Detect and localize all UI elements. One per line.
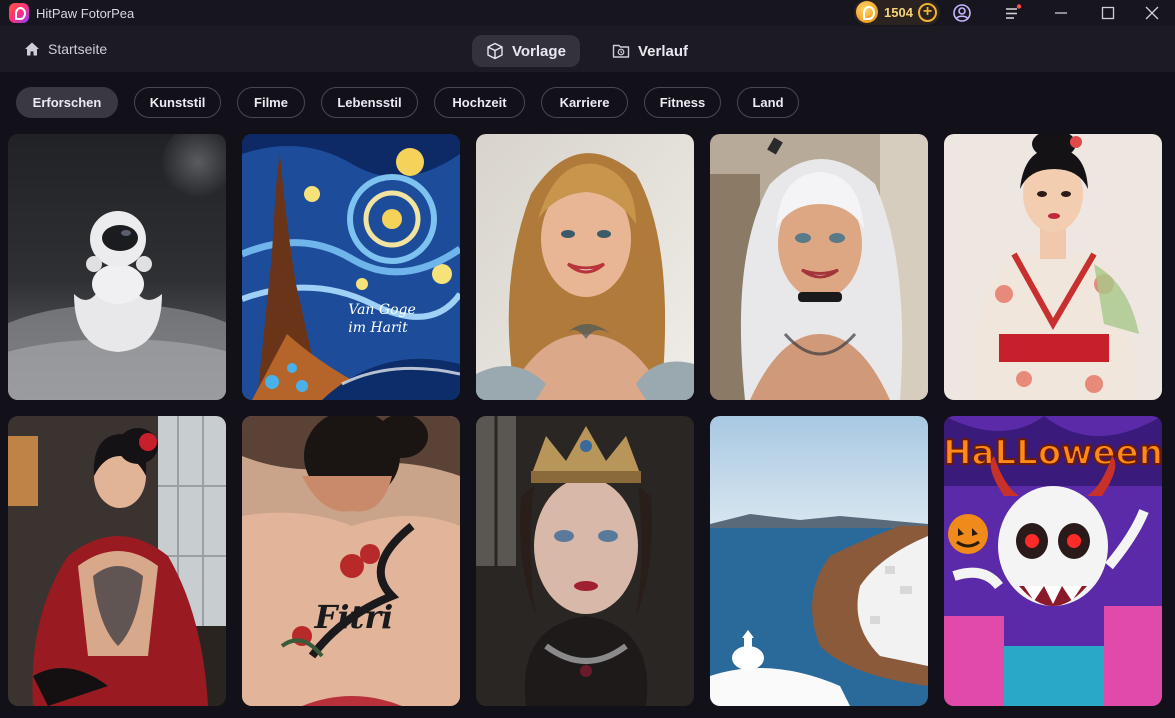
title-bar: HitPaw FotorPea 1504 + (0, 0, 1175, 26)
maximize-button[interactable] (1085, 0, 1131, 26)
chip-hochzeit[interactable]: Hochzeit (434, 87, 525, 118)
template-card-kimono-woman[interactable] (944, 134, 1162, 400)
minimize-icon (1055, 12, 1067, 14)
category-filter-bar: Erforschen Kunststil Filme Lebensstil Ho… (0, 72, 1175, 132)
home-icon (25, 42, 39, 56)
chip-erforschen[interactable]: Erforschen (16, 87, 118, 118)
minimize-button[interactable] (1038, 0, 1084, 26)
tab-vorlage[interactable]: Vorlage (472, 35, 580, 67)
maximize-icon (1101, 6, 1115, 20)
template-card-kimono-back[interactable] (8, 416, 226, 706)
chip-land[interactable]: Land (737, 87, 799, 118)
chip-fitness[interactable]: Fitness (644, 87, 721, 118)
credits-pill[interactable]: 1504 + (854, 0, 940, 25)
template-card-back-tattoo[interactable]: Fitri (242, 416, 460, 706)
close-button[interactable] (1129, 0, 1175, 26)
cube-icon (487, 42, 503, 60)
astronaut-egg-image (8, 134, 226, 400)
back-tattoo-caption: Fitri (314, 598, 394, 636)
template-card-queen[interactable] (476, 416, 694, 706)
santorini-coast-image (710, 416, 928, 706)
user-account-icon[interactable] (952, 3, 972, 23)
starry-night-image: Van Goge im Harit (242, 134, 460, 400)
template-card-santorini[interactable] (710, 416, 928, 706)
close-icon (1145, 6, 1159, 20)
starry-night-caption-line2: im Harit (348, 320, 408, 336)
tab-verlauf[interactable]: Verlauf (598, 35, 702, 67)
credits-count: 1504 (884, 5, 913, 20)
add-credits-button[interactable]: + (918, 3, 937, 22)
template-card-starry-night[interactable]: Van Goge im Harit (242, 134, 460, 400)
template-card-astronaut[interactable] (8, 134, 226, 400)
back-tattoo-image: Fitri (242, 416, 460, 706)
blonde-woman-image (476, 134, 694, 400)
chip-kunststil[interactable]: Kunststil (134, 87, 221, 118)
app-logo-icon (9, 3, 29, 23)
template-grid: Van Goge im Harit Fitri HaLLoween (0, 132, 1175, 718)
menu-icon[interactable] (1003, 3, 1023, 23)
chip-lebensstil[interactable]: Lebensstil (321, 87, 418, 118)
kimono-back-image (8, 416, 226, 706)
template-card-white-hair-woman[interactable] (710, 134, 928, 400)
chip-filme[interactable]: Filme (237, 87, 305, 118)
kimono-woman-image (944, 134, 1162, 400)
template-card-halloween[interactable]: HaLLoween (944, 416, 1162, 706)
template-card-blonde-woman[interactable] (476, 134, 694, 400)
history-folder-icon (612, 44, 630, 58)
top-navigation: Startseite Vorlage Verlauf (0, 26, 1175, 72)
app-title: HitPaw FotorPea (36, 6, 135, 21)
queen-crown-image (476, 416, 694, 706)
home-link[interactable]: Startseite (24, 41, 107, 57)
halloween-skull-image: HaLLoween (944, 416, 1162, 706)
starry-night-caption-line1: Van Goge (348, 302, 416, 318)
tab-vorlage-label: Vorlage (512, 42, 566, 60)
chip-karriere[interactable]: Karriere (541, 87, 628, 118)
halloween-caption: HaLLoween (944, 433, 1162, 473)
white-hair-woman-image (710, 134, 928, 400)
home-label: Startseite (48, 41, 108, 57)
tab-verlauf-label: Verlauf (638, 42, 689, 60)
coin-icon (856, 1, 878, 23)
